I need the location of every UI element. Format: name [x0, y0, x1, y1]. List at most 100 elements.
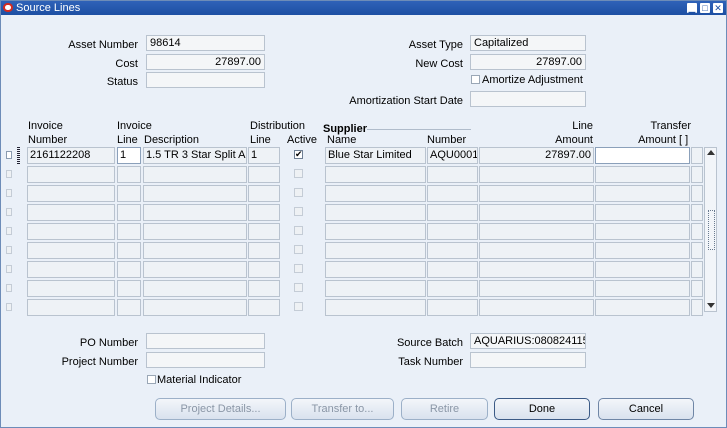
empty-cell[interactable] — [595, 185, 690, 202]
empty-cell[interactable] — [27, 299, 115, 316]
active-checkbox-5[interactable] — [294, 226, 303, 235]
empty-cell[interactable] — [117, 204, 141, 221]
done-button[interactable]: Done — [494, 398, 590, 420]
empty-cell[interactable] — [248, 261, 280, 278]
empty-cell[interactable] — [479, 280, 594, 297]
empty-cell[interactable] — [117, 166, 141, 183]
empty-cell[interactable] — [143, 185, 247, 202]
empty-cell[interactable] — [248, 299, 280, 316]
empty-cell[interactable] — [325, 223, 426, 240]
active-checkbox-2[interactable] — [294, 169, 303, 178]
empty-cell[interactable] — [27, 242, 115, 259]
empty-cell[interactable] — [479, 242, 594, 259]
empty-cell[interactable] — [427, 204, 478, 221]
active-checkbox-6[interactable] — [294, 245, 303, 254]
empty-cell[interactable] — [325, 261, 426, 278]
empty-cell[interactable] — [427, 242, 478, 259]
empty-cell[interactable] — [479, 204, 594, 221]
active-checkbox-9[interactable] — [294, 302, 303, 311]
empty-cell[interactable] — [248, 166, 280, 183]
empty-cell[interactable] — [248, 185, 280, 202]
close-icon[interactable]: ✕ — [713, 3, 723, 13]
scroll-up-icon[interactable] — [707, 150, 715, 155]
transfer-to-button[interactable]: Transfer to... — [291, 398, 394, 420]
empty-cell[interactable] — [248, 280, 280, 297]
row-select-6[interactable] — [6, 246, 12, 254]
project-number-field[interactable] — [146, 352, 265, 368]
active-checkbox-8[interactable] — [294, 283, 303, 292]
empty-cell[interactable] — [27, 223, 115, 240]
empty-cell[interactable] — [479, 166, 594, 183]
empty-cell[interactable] — [595, 223, 690, 240]
empty-cell[interactable] — [27, 166, 115, 183]
row-select-9[interactable] — [6, 303, 12, 311]
empty-cell[interactable] — [427, 185, 478, 202]
empty-cell[interactable] — [325, 185, 426, 202]
amortization-start-date-field[interactable] — [470, 91, 586, 107]
empty-cell[interactable] — [143, 261, 247, 278]
empty-cell[interactable] — [691, 204, 703, 221]
empty-cell[interactable] — [143, 280, 247, 297]
row-select-5[interactable] — [6, 227, 12, 235]
empty-cell[interactable] — [427, 166, 478, 183]
empty-cell[interactable] — [479, 261, 594, 278]
empty-cell[interactable] — [691, 242, 703, 259]
active-checkbox-1[interactable]: ✔ — [294, 150, 303, 159]
asset-type-field[interactable]: Capitalized — [470, 35, 586, 51]
empty-cell[interactable] — [117, 185, 141, 202]
distribution-line-cell[interactable]: 1 — [248, 147, 280, 164]
empty-cell[interactable] — [325, 242, 426, 259]
empty-cell[interactable] — [117, 261, 141, 278]
empty-cell[interactable] — [427, 280, 478, 297]
empty-cell[interactable] — [143, 223, 247, 240]
empty-cell[interactable] — [595, 299, 690, 316]
empty-cell[interactable] — [427, 261, 478, 278]
empty-cell[interactable] — [248, 204, 280, 221]
invoice-number-cell[interactable]: 2161122208 — [27, 147, 115, 164]
empty-cell[interactable] — [479, 185, 594, 202]
line-amount-cell[interactable]: 27897.00 — [479, 147, 594, 164]
empty-cell[interactable] — [27, 261, 115, 278]
description-cell[interactable]: 1.5 TR 3 Star Split AC — [143, 147, 247, 164]
po-number-field[interactable] — [146, 333, 265, 349]
empty-cell[interactable] — [691, 185, 703, 202]
source-batch-field[interactable]: AQUARIUS:080824115245 — [470, 333, 586, 349]
empty-cell[interactable] — [143, 166, 247, 183]
row-select-4[interactable] — [6, 208, 12, 216]
empty-cell[interactable] — [479, 223, 594, 240]
empty-cell[interactable] — [595, 261, 690, 278]
empty-cell[interactable] — [117, 299, 141, 316]
cancel-button[interactable]: Cancel — [598, 398, 694, 420]
empty-cell[interactable] — [691, 223, 703, 240]
empty-cell[interactable] — [248, 242, 280, 259]
scroll-down-icon[interactable] — [707, 303, 715, 308]
empty-cell[interactable] — [595, 242, 690, 259]
invoice-line-cell[interactable]: 1 — [117, 147, 141, 164]
flex-cell[interactable] — [691, 147, 703, 164]
row-select-8[interactable] — [6, 284, 12, 292]
empty-cell[interactable] — [691, 299, 703, 316]
empty-cell[interactable] — [27, 280, 115, 297]
empty-cell[interactable] — [479, 299, 594, 316]
empty-cell[interactable] — [27, 204, 115, 221]
scroll-thumb[interactable] — [708, 210, 715, 250]
material-indicator-checkbox[interactable] — [147, 375, 156, 384]
amortize-adjustment-checkbox[interactable] — [471, 75, 480, 84]
maximize-icon[interactable]: □ — [700, 3, 710, 13]
empty-cell[interactable] — [143, 299, 247, 316]
row-select-7[interactable] — [6, 265, 12, 273]
supplier-name-cell[interactable]: Blue Star Limited — [325, 147, 426, 164]
empty-cell[interactable] — [691, 280, 703, 297]
empty-cell[interactable] — [248, 223, 280, 240]
row-select-2[interactable] — [6, 170, 12, 178]
empty-cell[interactable] — [595, 280, 690, 297]
new-cost-field[interactable]: 27897.00 — [470, 54, 586, 70]
active-checkbox-3[interactable] — [294, 188, 303, 197]
asset-number-field[interactable]: 98614 — [146, 35, 265, 51]
active-checkbox-7[interactable] — [294, 264, 303, 273]
empty-cell[interactable] — [691, 261, 703, 278]
empty-cell[interactable] — [117, 280, 141, 297]
task-number-field[interactable] — [470, 352, 586, 368]
empty-cell[interactable] — [325, 204, 426, 221]
empty-cell[interactable] — [143, 204, 247, 221]
